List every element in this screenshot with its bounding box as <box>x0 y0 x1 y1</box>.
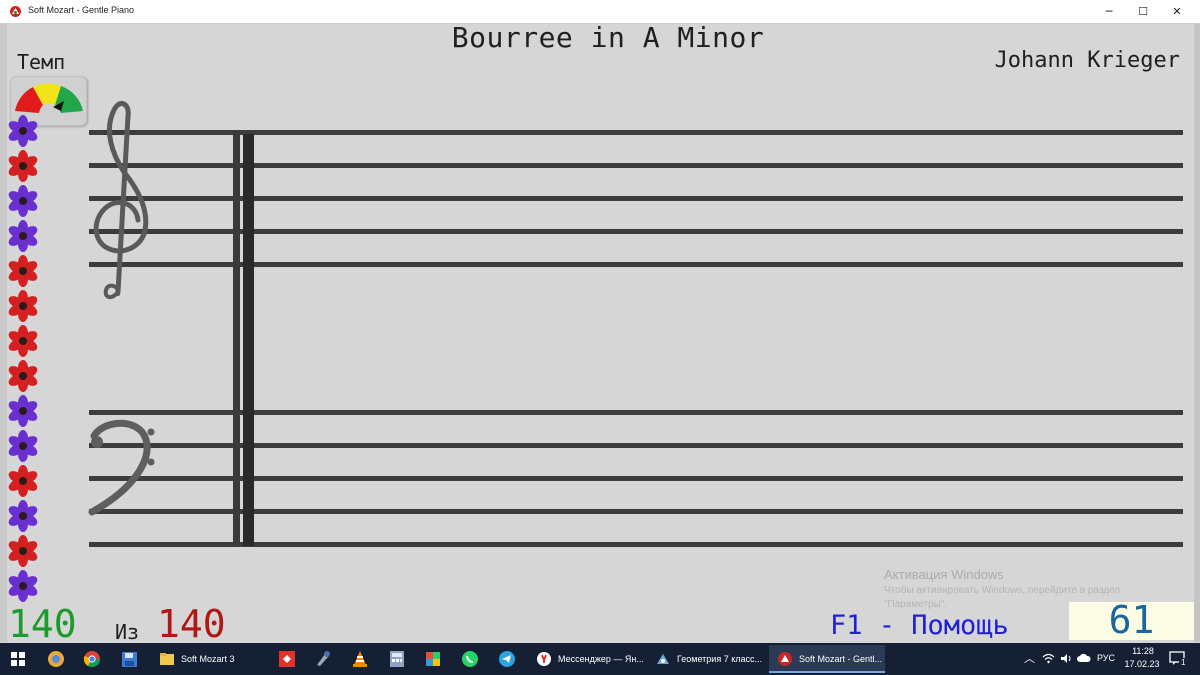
grand-staff <box>88 101 1183 547</box>
yandex-icon <box>537 652 551 666</box>
activation-watermark-title: Активация Windows <box>884 567 1004 582</box>
app-content: Bourree in A Minor Johann Krieger Темп 1… <box>0 21 1200 646</box>
onedrive-button[interactable] <box>1077 651 1091 665</box>
vlc-icon <box>353 651 367 667</box>
maximize-button[interactable]: ☐ <box>1126 0 1160 23</box>
taskbar-vlc[interactable] <box>349 648 371 670</box>
windows-logo-icon <box>11 652 25 666</box>
taskbar-app-label: Геометрия 7 класс... <box>677 654 763 664</box>
close-icon: ✕ <box>1172 5 1182 18</box>
tool-app-icon <box>317 651 330 666</box>
clock-date[interactable]: 17.02.23 <box>1122 659 1162 669</box>
taskbar-telegram[interactable] <box>496 648 518 670</box>
activation-watermark-link: "Параметры". <box>884 599 948 610</box>
active-indicator <box>769 671 885 673</box>
music-app-icon <box>48 651 64 667</box>
taskbar-pinned-app[interactable] <box>312 648 334 670</box>
volume-icon <box>1060 653 1070 663</box>
whatsapp-icon <box>462 651 478 667</box>
of-label: Из <box>115 620 140 644</box>
wifi-button[interactable] <box>1041 651 1055 665</box>
geometry-app-icon <box>657 654 669 664</box>
taskbar-app-geometry[interactable]: Геометрия 7 класс... <box>647 645 765 673</box>
chrome-icon <box>83 651 101 668</box>
taskbar-app-label: Soft Mozart 3 <box>181 654 235 664</box>
taskbar-calculator[interactable] <box>386 648 408 670</box>
folder-icon <box>160 653 174 665</box>
notification-count: 1 <box>1179 658 1188 667</box>
system-barline-thick <box>243 134 254 546</box>
clock-time[interactable]: 11:28 <box>1126 646 1160 656</box>
floppy-disk-icon <box>121 651 137 667</box>
window-title: Soft Mozart - Gentle Piano <box>28 5 135 15</box>
close-button[interactable]: ✕ <box>1160 0 1194 23</box>
volume-button[interactable] <box>1059 651 1073 665</box>
telegram-icon <box>499 651 515 667</box>
minimize-button[interactable]: ─ <box>1092 0 1126 23</box>
taskbar-app-soft-mozart-gentle[interactable]: Soft Mozart - Gentl... <box>769 645 885 673</box>
help-hint[interactable]: F1 - Помощь <box>830 610 1009 641</box>
maximize-icon: ☐ <box>1138 5 1148 18</box>
soft-mozart-app-icon <box>10 6 21 17</box>
taskbar-pinned-app[interactable] <box>422 648 444 670</box>
taskbar-chrome[interactable] <box>81 648 103 670</box>
bass-clef-icon <box>88 419 155 516</box>
calculator-icon <box>390 651 404 667</box>
notification-center-button[interactable]: 1 <box>1168 649 1188 667</box>
taskbar-app-soft-mozart-3[interactable]: Soft Mozart 3 <box>151 645 263 673</box>
taskbar-pinned-app[interactable] <box>276 648 298 670</box>
soft-mozart-icon <box>778 652 792 666</box>
system-barline-thin <box>233 134 240 546</box>
blocks-app-icon <box>426 652 440 666</box>
taskbar-app-label: Мессенджер — Ян... <box>558 654 643 664</box>
score-value: 61 <box>1108 598 1155 642</box>
language-indicator[interactable]: РУС <box>1097 653 1115 663</box>
current-count: 140 <box>8 602 77 646</box>
windows-taskbar: Soft Mozart 3 Мессенджер — Ян... Геометр… <box>0 643 1200 675</box>
minimize-icon: ─ <box>1105 5 1113 18</box>
wifi-icon <box>1042 653 1054 663</box>
taskbar-pinned-app[interactable] <box>45 648 67 670</box>
taskbar-app-label: Soft Mozart - Gentl... <box>799 654 883 664</box>
taskbar-save-app[interactable] <box>118 648 140 670</box>
anydesk-icon <box>279 651 295 667</box>
tray-expand-icon[interactable]: ︿ <box>1024 650 1035 666</box>
total-count: 140 <box>157 602 226 646</box>
taskbar-whatsapp[interactable] <box>459 648 481 670</box>
start-button[interactable] <box>7 648 29 670</box>
score-box: 61 <box>1069 598 1194 642</box>
activation-watermark-text: Чтобы активировать Windows, перейдите в … <box>884 585 1121 596</box>
cloud-icon <box>1077 653 1091 662</box>
taskbar-app-messenger[interactable]: Мессенджер — Ян... <box>528 645 643 673</box>
